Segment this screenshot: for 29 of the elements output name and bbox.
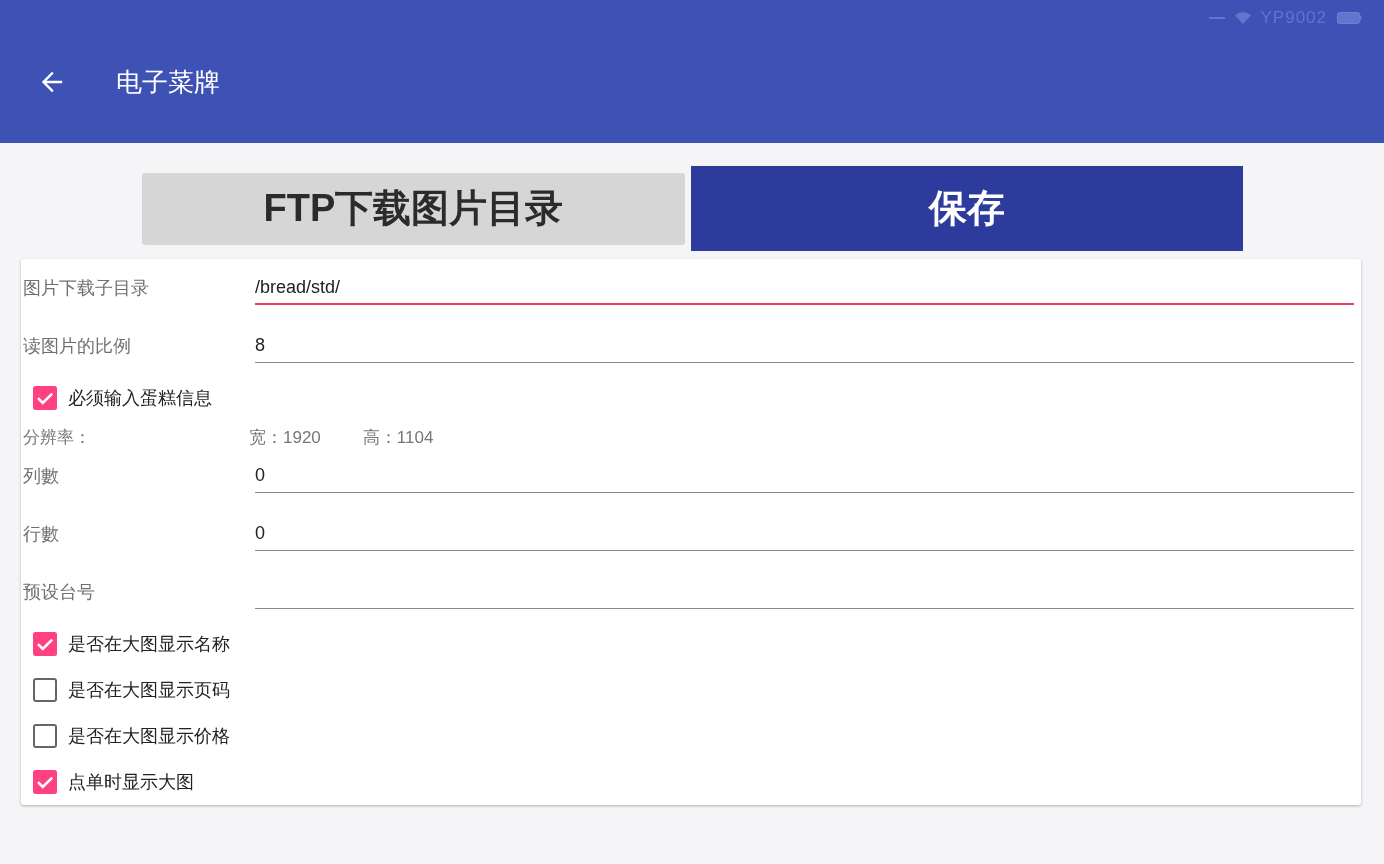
checkbox[interactable] xyxy=(33,632,57,656)
checkbox-label: 必须输入蛋糕信息 xyxy=(68,387,212,410)
field-label: 读图片的比例 xyxy=(23,335,132,358)
input-field[interactable]: /bread/std/ xyxy=(255,271,1354,305)
checkbox-label: 是否在大图显示页码 xyxy=(68,679,230,702)
checkbox-label: 是否在大图显示名称 xyxy=(68,633,230,656)
checkbox[interactable] xyxy=(33,678,57,702)
info-value: 高：1104 xyxy=(362,426,434,449)
save-button[interactable]: 保存 xyxy=(691,166,1243,251)
back-arrow-icon xyxy=(40,70,64,94)
checkbox[interactable] xyxy=(33,386,57,410)
wifi-icon xyxy=(1234,11,1251,24)
line-icon xyxy=(1208,16,1225,19)
input-field[interactable]: 0 xyxy=(255,517,1354,551)
info-value: 宽：1920 xyxy=(249,426,321,449)
checkbox[interactable] xyxy=(33,724,57,748)
field-label: 图片下载子目录 xyxy=(23,277,150,300)
checkbox-label: 点单时显示大图 xyxy=(68,771,194,794)
field-label: 列數 xyxy=(23,465,60,488)
field-label: 预设台号 xyxy=(23,581,96,604)
field-label: 行數 xyxy=(23,523,60,546)
checkbox-label: 是否在大图显示价格 xyxy=(68,725,230,748)
ftp-download-button[interactable]: FTP下载图片目录 xyxy=(142,172,685,245)
checkbox[interactable] xyxy=(33,770,57,794)
battery-icon xyxy=(1337,11,1362,24)
input-field[interactable]: 0 xyxy=(255,459,1354,493)
input-field[interactable]: 8 xyxy=(255,329,1354,363)
app-title: 电子菜牌 xyxy=(116,65,220,99)
info-label: 分辨率： xyxy=(23,426,92,449)
